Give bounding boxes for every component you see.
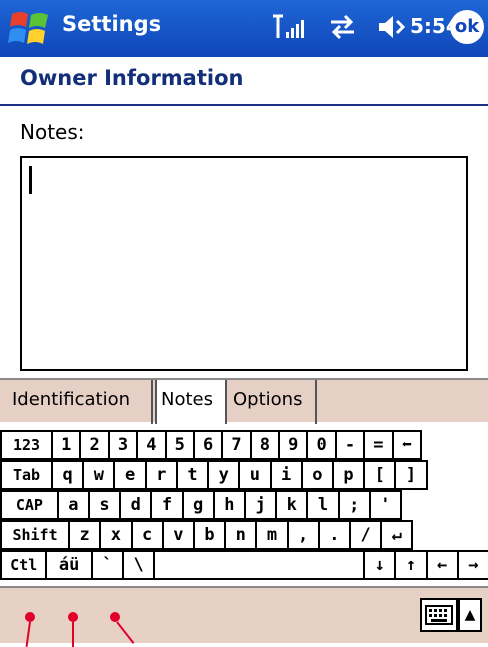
key[interactable]: 5 bbox=[164, 430, 195, 460]
key[interactable]: 1 bbox=[51, 430, 82, 460]
page-title: Owner Information bbox=[20, 66, 244, 90]
marker-line-1 bbox=[25, 621, 31, 647]
key[interactable]: f bbox=[150, 490, 184, 520]
key[interactable]: , bbox=[286, 520, 320, 550]
key[interactable]: / bbox=[348, 520, 383, 550]
key[interactable]: z bbox=[68, 520, 102, 550]
key[interactable]: . bbox=[317, 520, 351, 550]
key[interactable]: y bbox=[207, 460, 241, 490]
key[interactable]: u bbox=[238, 460, 272, 490]
key[interactable]: Ctl bbox=[0, 550, 48, 580]
key[interactable]: t bbox=[175, 460, 210, 490]
key[interactable]: ` bbox=[90, 550, 124, 580]
key[interactable]: Tab bbox=[0, 460, 54, 490]
windows-start-icon[interactable] bbox=[8, 8, 52, 48]
key[interactable]: 8 bbox=[249, 430, 281, 460]
key[interactable]: n bbox=[224, 520, 258, 550]
tab-strip: Identification Notes Options bbox=[0, 378, 488, 424]
key[interactable]: [ bbox=[363, 460, 397, 490]
tab-notes[interactable]: Notes bbox=[155, 380, 227, 424]
key[interactable]: CAP bbox=[0, 490, 59, 520]
key[interactable]: ↵ bbox=[380, 520, 414, 550]
sip-arrow-button[interactable]: ▲ bbox=[458, 598, 482, 632]
keyboard-input-icon[interactable] bbox=[420, 598, 458, 632]
key[interactable]: h bbox=[212, 490, 246, 520]
key[interactable]: 7 bbox=[221, 430, 252, 460]
key[interactable]: áü bbox=[45, 550, 93, 580]
key[interactable]: e bbox=[113, 460, 147, 490]
key[interactable]: d bbox=[119, 490, 153, 520]
speaker-icon[interactable] bbox=[375, 12, 411, 42]
title-divider bbox=[0, 104, 488, 106]
key[interactable]: i bbox=[269, 460, 303, 490]
key[interactable]: l bbox=[306, 490, 340, 520]
key[interactable]: v bbox=[161, 520, 195, 550]
key[interactable]: 9 bbox=[278, 430, 309, 460]
tab-options[interactable]: Options bbox=[229, 380, 317, 424]
key[interactable]: k bbox=[275, 490, 309, 520]
key[interactable]: 4 bbox=[136, 430, 167, 460]
key[interactable]: = bbox=[363, 430, 394, 460]
key[interactable]: q bbox=[51, 460, 85, 490]
key[interactable]: p bbox=[331, 460, 366, 490]
marker-dot-1 bbox=[25, 612, 35, 622]
key[interactable]: ] bbox=[394, 460, 428, 490]
key[interactable]: g bbox=[181, 490, 215, 520]
marker-dot-2 bbox=[68, 612, 78, 622]
key[interactable]: → bbox=[456, 550, 488, 580]
tab-identification[interactable]: Identification bbox=[8, 380, 153, 424]
key[interactable]: 0 bbox=[306, 430, 337, 460]
notes-textarea[interactable] bbox=[20, 156, 468, 371]
key[interactable]: m bbox=[255, 520, 289, 550]
key[interactable]: 2 bbox=[79, 430, 110, 460]
sync-icon[interactable] bbox=[325, 12, 360, 42]
key[interactable]: \ bbox=[122, 550, 156, 580]
key[interactable]: 3 bbox=[107, 430, 139, 460]
app-title: Settings bbox=[62, 12, 162, 36]
key[interactable]: ← bbox=[425, 550, 459, 580]
key[interactable]: o bbox=[300, 460, 334, 490]
key[interactable]: - bbox=[334, 430, 366, 460]
key[interactable]: ↑ bbox=[394, 550, 428, 580]
marker-dot-3 bbox=[110, 612, 120, 622]
key[interactable]: ↓ bbox=[363, 550, 397, 580]
marker-line-2 bbox=[72, 622, 74, 647]
key[interactable]: s bbox=[87, 490, 122, 520]
key[interactable]: Shift bbox=[0, 520, 71, 550]
key[interactable]: j bbox=[244, 490, 278, 520]
key[interactable]: c bbox=[130, 520, 164, 550]
key[interactable]: 123 bbox=[0, 430, 54, 460]
key-space[interactable] bbox=[153, 550, 366, 580]
key[interactable]: b bbox=[192, 520, 227, 550]
marker-line-3 bbox=[116, 621, 135, 644]
notes-label: Notes: bbox=[20, 120, 85, 144]
title-bar: Settings 5:54 ok bbox=[0, 0, 488, 57]
soft-keyboard: 123 1 2 3 4 5 6 7 8 9 0- = ⬅ Tab q w e r t y u i o p[] CAP a s d f g h… bbox=[0, 430, 488, 584]
key[interactable]: 6 bbox=[192, 430, 224, 460]
key[interactable]: r bbox=[144, 460, 178, 490]
text-caret bbox=[29, 166, 32, 194]
key[interactable]: ⬅ bbox=[391, 430, 422, 460]
key[interactable]: a bbox=[56, 490, 90, 520]
key[interactable]: x bbox=[99, 520, 133, 550]
ok-button[interactable]: ok bbox=[450, 10, 484, 44]
key[interactable]: w bbox=[82, 460, 116, 490]
key[interactable]: ; bbox=[337, 490, 371, 520]
bottom-bar: ▲ bbox=[0, 586, 488, 647]
signal-icon[interactable] bbox=[270, 12, 310, 42]
key[interactable]: ' bbox=[368, 490, 403, 520]
